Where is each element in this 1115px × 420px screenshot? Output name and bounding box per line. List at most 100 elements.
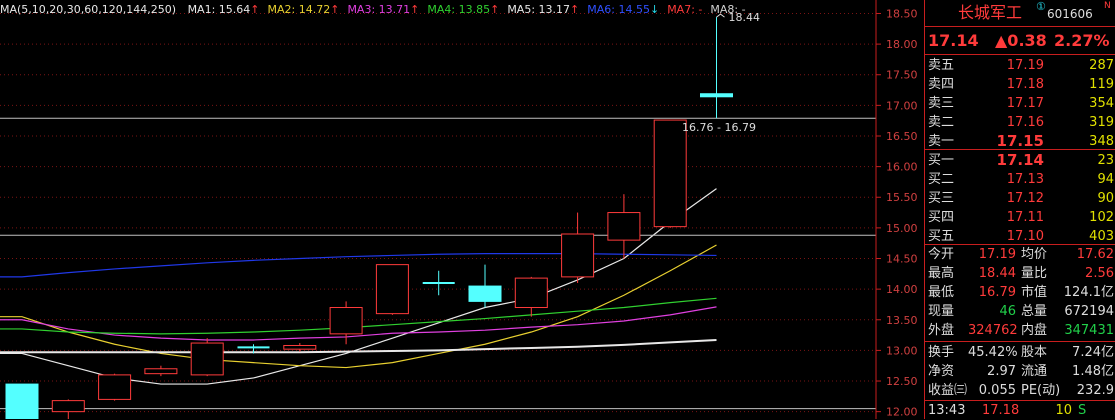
candle-body[interactable] [144, 368, 178, 375]
quote-panel: 长城军工 ① 601606 N 17.14 ▲0.38 2.27% 卖五 17.1… [924, 0, 1115, 419]
stat-label: 市值 [1021, 285, 1048, 300]
price-change: ▲0.38 [995, 31, 1047, 50]
bid-price: 17.14 [996, 151, 1044, 169]
stat-label: 流通 [1021, 364, 1048, 379]
stats-row: 最低 16.79 市值 124.1亿 [924, 283, 1115, 302]
candle-body[interactable] [653, 119, 687, 228]
candle-body[interactable] [51, 400, 85, 413]
price-tick-label: 16.00 [886, 161, 918, 174]
stat-value: 0.055 [978, 383, 1016, 398]
last-price: 17.14 [928, 31, 979, 50]
candle-body[interactable] [607, 212, 641, 241]
ask-row[interactable]: 卖四 17.18 119 [924, 75, 1115, 94]
stats-row: 换手 45.42% 股本 7.24亿 [924, 343, 1115, 362]
ma-item-label: MA5: 13.17 [507, 3, 571, 16]
candle-body[interactable] [98, 374, 132, 400]
ma-item-label: MA6: 14.55 [587, 3, 650, 16]
stat-label: 最低 [928, 285, 955, 300]
candle-body[interactable] [514, 277, 548, 309]
bid-level-label: 买三 [928, 191, 955, 206]
ask-volume: 119 [1089, 77, 1114, 92]
price-axis: 18.50 18.00 17.50 17.00 16.50 16.00 15.50 15.00… [875, 0, 918, 419]
stat-value: 2.56 [1085, 266, 1114, 281]
kline-chart[interactable]: 18.50 18.00 17.50 17.00 16.50 16.00 15.50 15.00… [0, 0, 922, 419]
ask-row[interactable]: 卖五 17.19 287 [924, 56, 1115, 75]
stat-label: 净资 [928, 364, 955, 379]
price-tick-label: 12.00 [886, 406, 918, 419]
price-tick-label: 12.50 [886, 375, 918, 388]
n-mark: N [1104, 1, 1111, 11]
candle-body[interactable] [700, 93, 733, 98]
range-label: 16.76 - 16.79 [682, 121, 756, 134]
stat-label: 量比 [1021, 266, 1048, 281]
bid-volume: 90 [1097, 191, 1114, 206]
stat-value: 7.24亿 [1072, 345, 1114, 360]
stat-label: 外盘 [928, 323, 955, 338]
bid-level-label: 买二 [928, 172, 955, 187]
ma-item: MA2: 14.72↑ [268, 3, 340, 16]
bid-row[interactable]: 买三 17.12 90 [924, 189, 1115, 208]
stats-divider [924, 341, 1115, 342]
bid-price: 17.11 [1006, 210, 1044, 225]
candle-body[interactable] [468, 285, 502, 302]
ma-item: MA8: - [710, 3, 745, 16]
title-divider [924, 26, 1115, 27]
candle-body[interactable] [561, 233, 595, 278]
ma-item: MA5: 13.17↑ [507, 3, 579, 16]
candle-body[interactable] [5, 383, 39, 419]
stat-label: 内盘 [1021, 323, 1048, 338]
price-tick-label: 13.00 [886, 344, 918, 357]
price-tick-label: 17.50 [886, 69, 918, 82]
candles[interactable] [5, 17, 733, 419]
price-tick-label: 14.00 [886, 283, 918, 296]
price-tick-label: 15.00 [886, 222, 918, 235]
bid-volume: 94 [1097, 172, 1114, 187]
stats-row: 净资 2.97 流通 1.48亿 [924, 362, 1115, 381]
bid-level-label: 买一 [928, 153, 955, 168]
candle-body[interactable] [283, 344, 317, 350]
ask-level-label: 卖五 [928, 58, 955, 73]
stat-value: 232.9 [1076, 383, 1114, 398]
ask-row[interactable]: 卖二 17.16 319 [924, 113, 1115, 132]
stats-row: 最高 18.44 量比 2.56 [924, 264, 1115, 283]
price-tick-label: 16.50 [886, 130, 918, 143]
stat-label: 均价 [1021, 247, 1048, 262]
stat-label: 股本 [1021, 345, 1048, 360]
candle-body[interactable] [375, 264, 409, 315]
bid-row[interactable]: 买一 17.14 23 [924, 151, 1115, 170]
reference-lines [0, 117, 876, 410]
stat-label: 换手 [928, 345, 955, 360]
ask-price: 17.18 [1006, 77, 1044, 92]
stat-value: 347431 [1064, 323, 1114, 338]
chart-annotations: 18.4416.76 - 16.7911.68 [682, 11, 760, 134]
bid-level-label: 买四 [928, 210, 955, 225]
candle-body[interactable] [329, 307, 363, 335]
info-icon[interactable]: ① [1036, 0, 1046, 13]
stats-row: 今开 17.19 均价 17.62 [924, 245, 1115, 264]
stock-name[interactable]: 长城军工 [958, 2, 1022, 24]
candle-body[interactable] [190, 342, 224, 376]
ma-item: MA6: 14.55↓ [587, 3, 659, 16]
stat-value: 2.97 [987, 364, 1016, 379]
bid-row[interactable]: 买二 17.13 94 [924, 170, 1115, 189]
tick-side: S [1078, 403, 1087, 418]
bid-price: 17.13 [1006, 172, 1044, 187]
stat-value: 672194 [1064, 304, 1114, 319]
stat-value: 45.42% [968, 345, 1018, 360]
price-divider [924, 54, 1115, 55]
ask-volume: 287 [1089, 58, 1114, 73]
stat-value: 18.44 [978, 266, 1016, 281]
stat-label: 现量 [928, 304, 955, 319]
ma-item: MA4: 13.85↑ [427, 3, 499, 16]
stats-row: 外盘 324762 内盘 347431 [924, 321, 1115, 340]
stat-label: 最高 [928, 266, 955, 281]
ma-item-label: MA2: 14.72 [267, 3, 331, 16]
price-tick-label: 13.50 [886, 314, 918, 327]
ask-volume: 319 [1089, 115, 1114, 130]
ma-indicator-bar[interactable]: MA(5,10,20,30,60,120,144,250) MA1: 15.64… [0, 0, 762, 20]
bid-row[interactable]: 买四 17.11 102 [924, 208, 1115, 227]
stat-value: 46 [999, 304, 1016, 319]
ask-row[interactable]: 卖三 17.17 354 [924, 94, 1115, 113]
stat-value: 124.1亿 [1063, 285, 1114, 300]
ask-level-label: 卖四 [928, 77, 955, 92]
